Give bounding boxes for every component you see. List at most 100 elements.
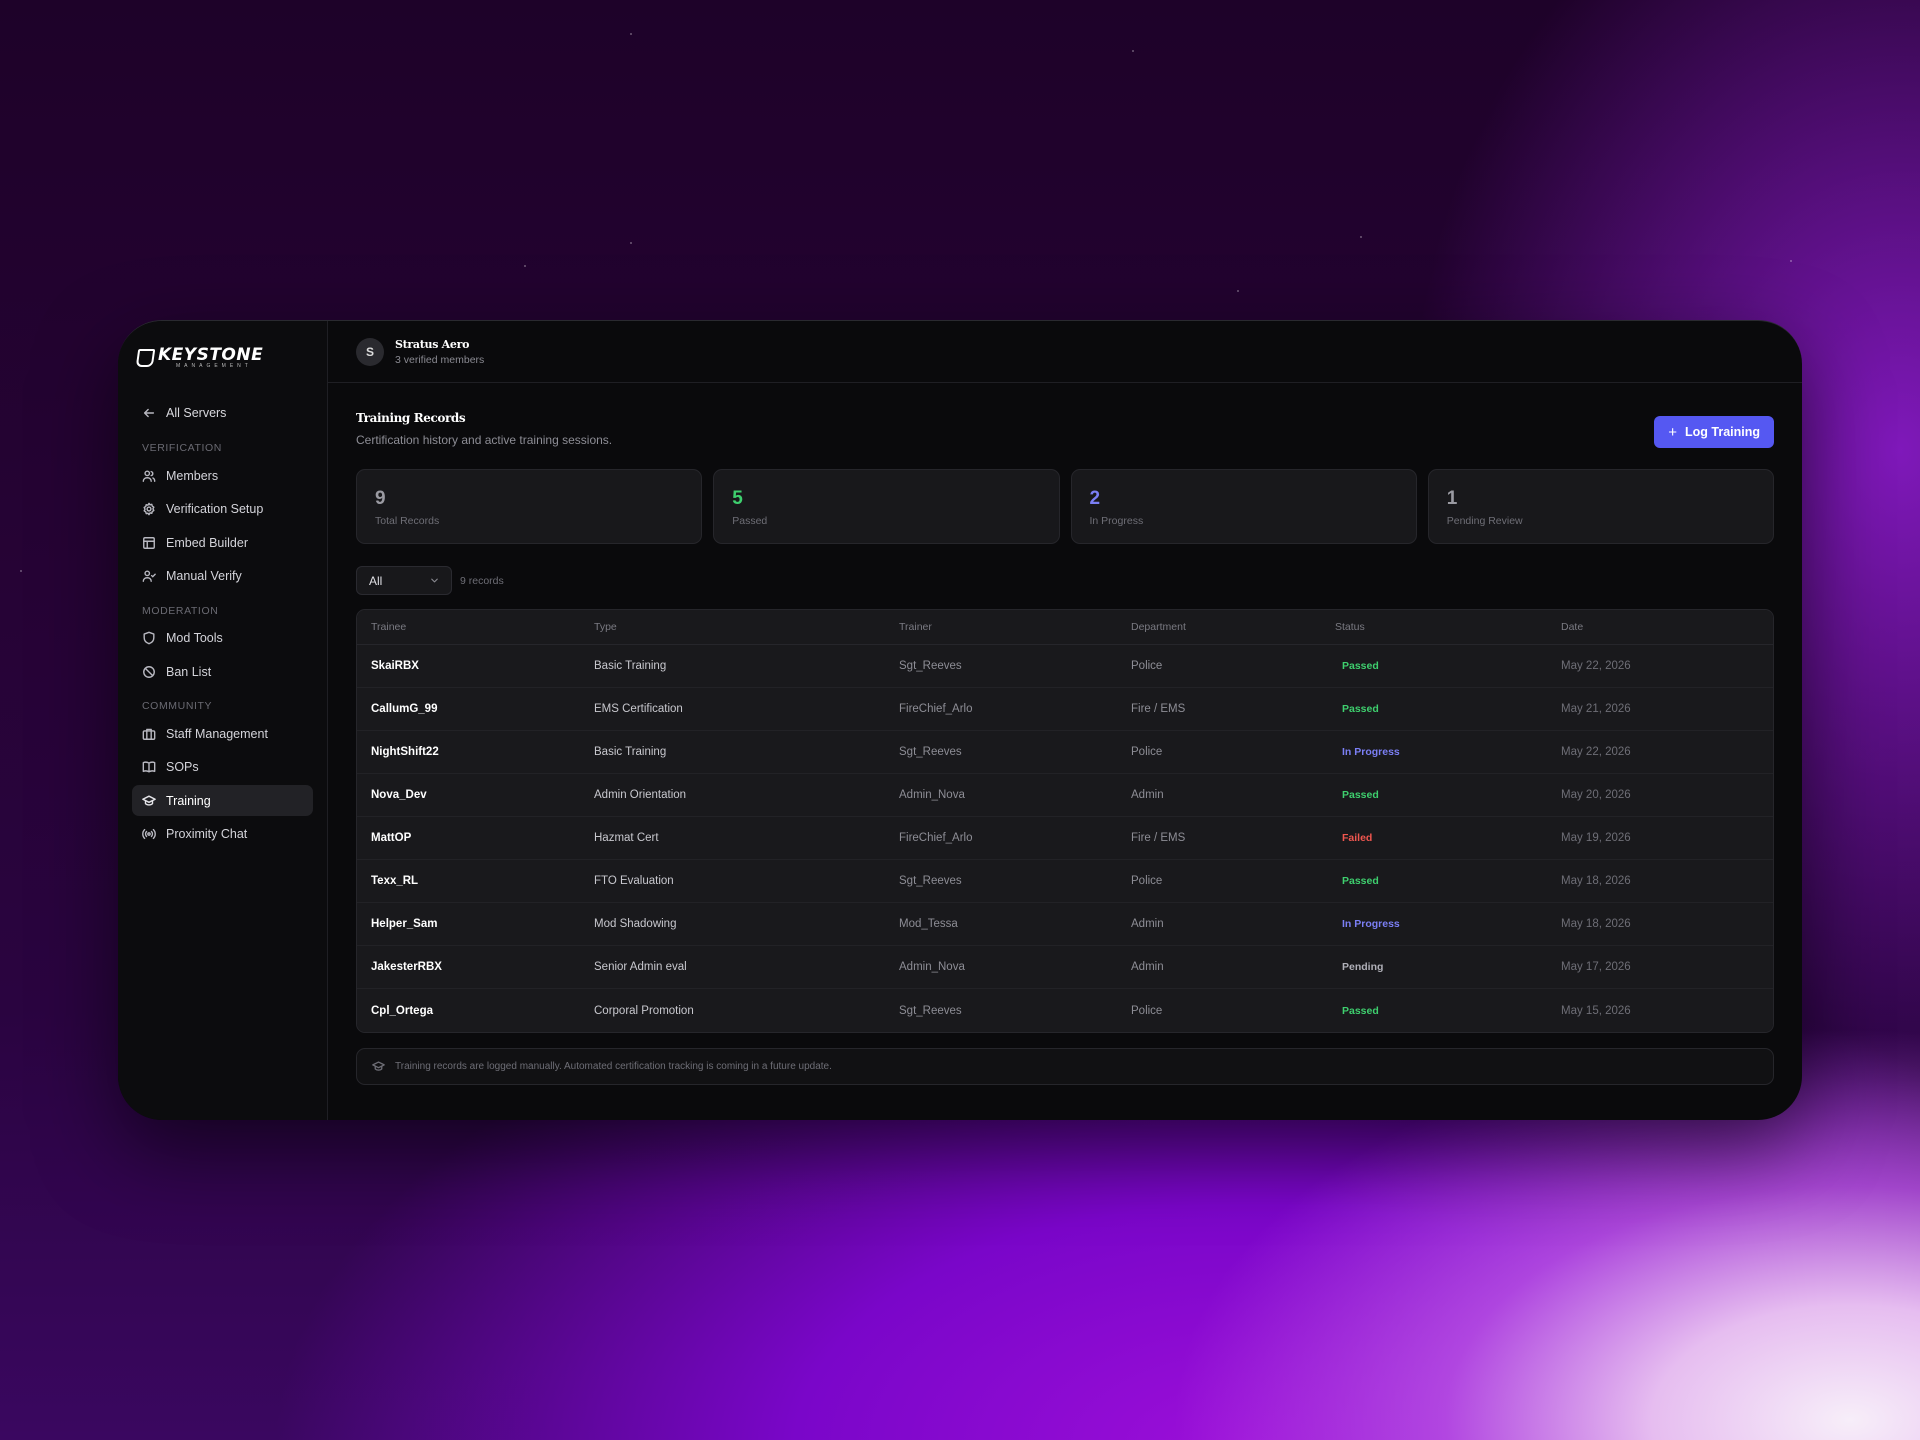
date-cell: May 18, 2026: [1561, 918, 1631, 930]
sidebar-item-label: Members: [166, 468, 219, 483]
status-badge: Passed: [1342, 1004, 1379, 1017]
page-title: Training Records: [356, 411, 466, 425]
department-cell: Admin: [1131, 789, 1164, 801]
table-row[interactable]: NightShift22 Basic Training Sgt_Reeves Poli…: [357, 731, 1773, 774]
column-header-trainer[interactable]: Trainer: [899, 621, 1131, 633]
plus-icon: +: [1668, 423, 1677, 441]
server-name: Stratus Aero: [395, 337, 470, 351]
column-header-department[interactable]: Department: [1131, 621, 1335, 633]
trainee-cell: SkaiRBX: [371, 660, 419, 672]
user-check-icon: [142, 569, 156, 583]
trainee-cell: NightShift22: [371, 746, 439, 758]
trainer-cell: Admin_Nova: [899, 789, 965, 801]
trainee-cell: Helper_Sam: [371, 918, 438, 930]
table-row[interactable]: Helper_Sam Mod Shadowing Mod_Tessa Admin In …: [357, 903, 1773, 946]
sidebar-item-label: Mod Tools: [166, 631, 223, 645]
section-label-community: COMMUNITY: [142, 700, 213, 712]
all-servers-link[interactable]: All Servers: [132, 397, 313, 429]
trainee-cell: MattOP: [371, 832, 412, 844]
briefcase-icon: [142, 727, 156, 741]
trainee-cell: Texx_RL: [371, 875, 419, 887]
trainee-cell: JakesterRBX: [371, 961, 442, 973]
column-header-type[interactable]: Type: [594, 621, 899, 633]
sidebar-item-verification-setup[interactable]: Verification Setup: [132, 494, 313, 525]
date-cell: May 18, 2026: [1561, 875, 1631, 887]
table-row[interactable]: Cpl_Ortega Corporal Promotion Sgt_Reeves Po…: [357, 989, 1773, 1032]
stats-row: 9 Total Records 5 Passed 2 In Progress 1…: [356, 469, 1774, 544]
type-cell: Mod Shadowing: [594, 918, 677, 930]
all-servers-label: All Servers: [166, 406, 227, 420]
star: [1360, 236, 1362, 238]
table-header: Trainee Type Trainer Department Status D…: [357, 610, 1773, 645]
stat-value: 5: [732, 488, 743, 509]
table-row[interactable]: CallumG_99 EMS Certification FireChief_Arl…: [357, 688, 1773, 731]
trainer-cell: FireChief_Arlo: [899, 832, 973, 844]
sidebar-item-members[interactable]: Members: [132, 460, 313, 491]
sidebar-item-training[interactable]: Training: [132, 785, 313, 816]
stat-card-pending: 1 Pending Review: [1427, 469, 1774, 544]
date-cell: May 21, 2026: [1561, 703, 1631, 715]
date-cell: May 19, 2026: [1561, 832, 1631, 844]
star: [524, 265, 526, 267]
type-cell: Senior Admin eval: [594, 961, 687, 973]
stat-label: Total Records: [375, 515, 440, 527]
sidebar-item-staff-management[interactable]: Staff Management: [132, 718, 313, 749]
column-header-status[interactable]: Status: [1335, 621, 1561, 633]
department-cell: Admin: [1131, 961, 1164, 973]
sidebar-item-proximity-chat[interactable]: Proximity Chat: [132, 819, 313, 850]
sidebar-item-label: Manual Verify: [166, 569, 242, 583]
department-cell: Police: [1131, 660, 1163, 672]
table-row[interactable]: MattOP Hazmat Cert FireChief_Arlo Fire / EM…: [357, 817, 1773, 860]
table-row[interactable]: SkaiRBX Basic Training Sgt_Reeves Police Pas…: [357, 645, 1773, 688]
status-badge: Pending: [1342, 961, 1384, 973]
sidebar-item-label: Ban List: [166, 664, 212, 679]
date-cell: May 17, 2026: [1561, 961, 1631, 973]
trainer-cell: Sgt_Reeves: [899, 660, 962, 672]
layout-icon: [142, 536, 156, 550]
brand-name: KEYSTONE: [158, 345, 264, 365]
table-row[interactable]: JakesterRBX Senior Admin eval Admin_Nova Ad…: [357, 946, 1773, 989]
records-count: 9 records: [460, 574, 504, 587]
sidebar-item-manual-verify[interactable]: Manual Verify: [132, 561, 313, 592]
training-content: Training Records Certification history a…: [328, 383, 1802, 1120]
app-window: KEYSTONE MANAGEMENT All Servers VERIFICA…: [118, 320, 1802, 1120]
graduation-cap-icon: [142, 794, 156, 808]
keystone-logo-icon: [135, 349, 156, 367]
page-subtitle: Certification history and active trainin…: [356, 433, 613, 447]
sidebar-item-sops[interactable]: SOPs: [132, 752, 313, 783]
column-header-date[interactable]: Date: [1561, 621, 1773, 633]
section-label-moderation: MODERATION: [142, 604, 219, 617]
trainer-cell: Mod_Tessa: [899, 918, 958, 930]
sidebar-item-mod-tools[interactable]: Mod Tools: [132, 623, 313, 654]
sidebar-item-ban-list[interactable]: Ban List: [132, 656, 313, 687]
trainee-cell: CallumG_99: [371, 703, 438, 715]
main-panel: S Stratus Aero 3 verified members Traini…: [328, 321, 1802, 1120]
brand-logo: KEYSTONE MANAGEMENT: [135, 343, 313, 373]
log-training-button[interactable]: + Log Training: [1654, 416, 1774, 448]
status-filter-value: All: [369, 573, 383, 588]
server-header: S Stratus Aero 3 verified members: [328, 321, 1802, 383]
status-badge: In Progress: [1342, 746, 1400, 758]
sidebar-item-embed-builder[interactable]: Embed Builder: [132, 527, 313, 558]
type-cell: FTO Evaluation: [594, 875, 674, 887]
column-header-trainee[interactable]: Trainee: [371, 621, 594, 633]
server-avatar[interactable]: S: [356, 337, 384, 366]
sidebar-item-label: Embed Builder: [166, 535, 248, 550]
status-filter-select[interactable]: All: [356, 566, 452, 595]
trainee-cell: Cpl_Ortega: [371, 1004, 433, 1017]
table-row[interactable]: Nova_Dev Admin Orientation Admin_Nova Admin…: [357, 774, 1773, 817]
type-cell: EMS Certification: [594, 703, 683, 715]
stat-card-in-progress: 2 In Progress: [1070, 469, 1417, 544]
type-cell: Admin Orientation: [594, 789, 687, 801]
trainer-cell: Sgt_Reeves: [899, 875, 962, 887]
book-icon: [142, 760, 156, 774]
star: [630, 33, 632, 35]
radio-icon: [142, 827, 156, 841]
sidebar-item-label: Staff Management: [166, 726, 268, 741]
server-member-count: 3 verified members: [395, 353, 485, 366]
status-badge: In Progress: [1342, 918, 1400, 930]
type-cell: Hazmat Cert: [594, 832, 659, 844]
department-cell: Admin: [1131, 918, 1164, 930]
stat-value: 1: [1446, 488, 1458, 509]
table-row[interactable]: Texx_RL FTO Evaluation Sgt_Reeves Police Pas…: [357, 860, 1773, 903]
